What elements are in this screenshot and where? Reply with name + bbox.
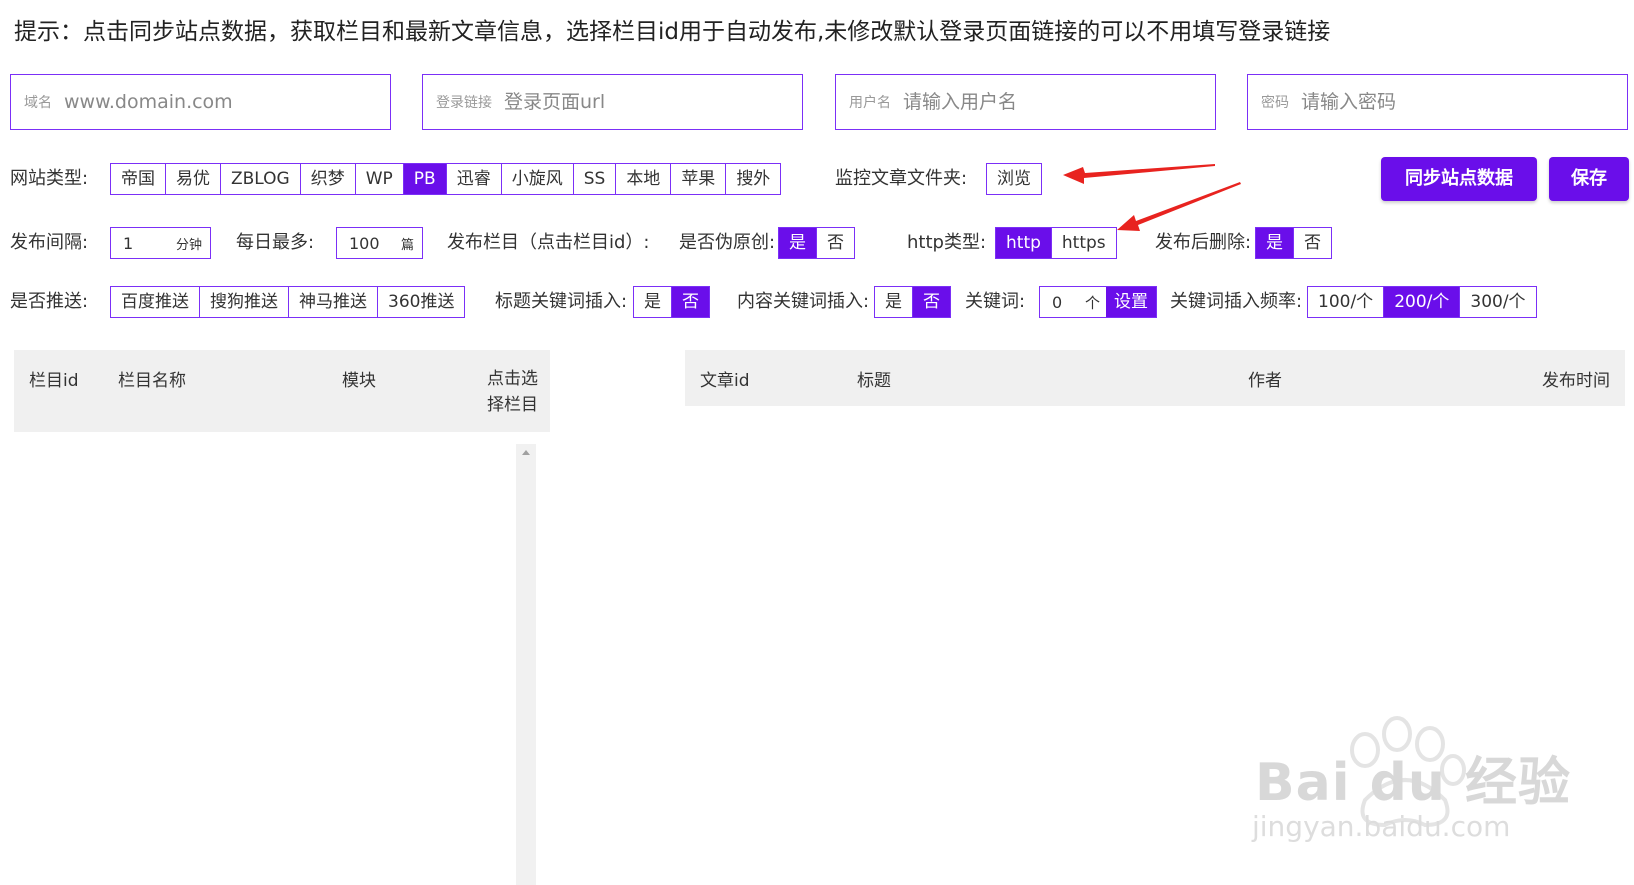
watermark-text: Bai du 经验 xyxy=(1255,753,1571,813)
arrow-to-browse-icon xyxy=(1063,164,1215,184)
watermark-subtext: jingyan.baidu.com xyxy=(1252,810,1511,843)
arrow-to-http-icon xyxy=(1117,182,1241,231)
